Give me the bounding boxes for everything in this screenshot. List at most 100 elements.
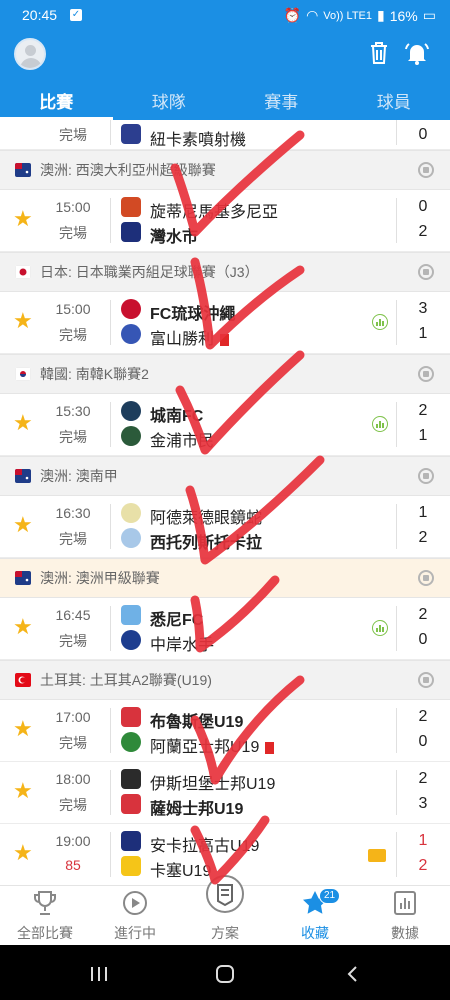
league-header[interactable]: 日本: 日本職業丙組足球聯賽（J3）: [0, 252, 450, 292]
home-score: 2: [418, 402, 428, 419]
soccer-ball-icon[interactable]: [418, 366, 434, 382]
team-name: 紐卡素噴射機: [150, 132, 247, 149]
soccer-ball-icon[interactable]: [418, 468, 434, 484]
favorite-star-icon[interactable]: ★: [13, 310, 33, 332]
recent-apps-icon[interactable]: [88, 965, 110, 983]
away-score: 1: [418, 325, 428, 342]
match-list[interactable]: 完場 紐卡素噴射機 0 澳洲: 西澳大利亞州超級聯賽 ★ 15:00 完場 旋蒂…: [0, 120, 450, 885]
match-row[interactable]: ★ 15:00 完場 FC琉球沖繩 富山勝利 3 1: [0, 292, 450, 354]
match-time: 15:00: [55, 301, 91, 317]
league-header[interactable]: 澳洲: 西澳大利亞州超級聯賽: [0, 150, 450, 190]
away-team: 卡塞U19: [150, 863, 212, 880]
nav-label: 數據: [391, 925, 419, 941]
australia-flag-icon: [15, 163, 31, 177]
match-row[interactable]: ★ 16:45 完場 悉尼FC 中岸水手 2 0: [0, 598, 450, 660]
match-row-partial[interactable]: 完場 紐卡素噴射機 0: [0, 120, 450, 150]
match-row[interactable]: ★ 18:00 完場 伊斯坦堡士邦U19 薩姆士邦U19 2 3: [0, 762, 450, 824]
avatar[interactable]: [14, 38, 46, 70]
match-row[interactable]: ★ 15:00 完場 旋蒂尼馬基多尼亞 灣水市 0 2: [0, 190, 450, 252]
soccer-ball-icon[interactable]: [418, 162, 434, 178]
home-crest: [121, 707, 141, 727]
home-team: 安卡拉高古U19: [150, 838, 260, 855]
home-crest: [121, 197, 141, 217]
favorite-star-icon[interactable]: ★: [13, 616, 33, 638]
favorite-star-icon[interactable]: ★: [13, 412, 33, 434]
nav-favorites[interactable]: 21 收藏: [270, 886, 360, 945]
trash-icon[interactable]: [366, 40, 392, 66]
home-score: 1: [418, 504, 428, 521]
favorite-star-icon[interactable]: ★: [13, 842, 33, 864]
match-row[interactable]: ★ 17:00 完場 布魯斯堡U19 阿蘭亞士邦U19 2 0: [0, 700, 450, 762]
home-score: 1: [418, 832, 428, 849]
red-card-icon: [220, 333, 230, 346]
home-crest: [121, 503, 141, 523]
league-header[interactable]: 澳洲: 澳南甲: [0, 456, 450, 496]
tab-players[interactable]: 球員: [338, 90, 450, 120]
home-crest: [121, 831, 141, 851]
tab-competitions[interactable]: 賽事: [225, 90, 338, 120]
stats-icon[interactable]: [372, 416, 388, 432]
stats-icon[interactable]: [372, 620, 388, 636]
team-crest: [121, 124, 141, 144]
away-team-label: 阿蘭亞士邦U19: [150, 739, 260, 756]
stats-icon[interactable]: [372, 314, 388, 330]
away-score: 1: [418, 427, 428, 444]
home-crest: [121, 299, 141, 319]
home-crest: [121, 401, 141, 421]
wifi-icon: ◠: [306, 7, 319, 23]
match-minute: 85: [65, 857, 81, 873]
battery-label: 16%: [389, 7, 418, 24]
away-crest: [121, 426, 141, 446]
away-crest: [121, 856, 141, 876]
away-crest: [121, 324, 141, 344]
tab-matches[interactable]: 比賽: [0, 90, 113, 120]
away-team: 金浦市民: [150, 433, 215, 450]
tab-teams[interactable]: 球隊: [113, 90, 226, 120]
favorite-star-icon[interactable]: ★: [13, 718, 33, 740]
away-team: 富山勝利: [150, 325, 230, 349]
score: 0: [418, 126, 428, 143]
chart-icon: [394, 891, 416, 915]
nav-data[interactable]: 數據: [360, 886, 450, 945]
league-header[interactable]: 土耳其: 土耳其A2聯賽(U19): [0, 660, 450, 700]
away-team: 灣水市: [150, 229, 199, 246]
nav-live[interactable]: 進行中: [90, 886, 180, 945]
match-row[interactable]: ★ 16:30 完場 阿德萊德眼鏡蛇 西托列斯托卡拉 1 2: [0, 496, 450, 558]
away-crest: [121, 528, 141, 548]
bell-icon[interactable]: [404, 40, 430, 66]
nav-label: 收藏: [301, 925, 329, 941]
match-status: 完場: [59, 797, 87, 813]
match-status: 完場: [59, 531, 87, 547]
away-team-label: 富山勝利: [150, 331, 215, 348]
alarm-icon: ⏰: [283, 7, 302, 23]
nav-plans[interactable]: 方案: [180, 875, 270, 945]
soccer-ball-icon[interactable]: [418, 672, 434, 688]
live-indicator-icon[interactable]: [368, 849, 386, 862]
away-score: 2: [418, 223, 428, 240]
away-crest: [121, 732, 141, 752]
favorite-star-icon[interactable]: ★: [13, 514, 33, 536]
away-score: 0: [418, 631, 428, 648]
away-team: 阿蘭亞士邦U19: [150, 733, 275, 757]
soccer-ball-icon[interactable]: [418, 570, 434, 586]
home-icon[interactable]: [214, 965, 236, 983]
match-time: 16:45: [55, 607, 91, 623]
home-crest: [121, 605, 141, 625]
match-row[interactable]: ★ 15:30 完場 城南FC 金浦市民 2 1: [0, 394, 450, 456]
away-crest: [121, 794, 141, 814]
league-header[interactable]: 韓國: 南韓K聯賽2: [0, 354, 450, 394]
home-score: 0: [418, 198, 428, 215]
league-header[interactable]: 澳洲: 澳洲甲級聯賽: [0, 558, 450, 598]
document-icon: [206, 875, 244, 913]
match-status: 完場: [59, 633, 87, 649]
favorite-star-icon[interactable]: ★: [13, 208, 33, 230]
away-score: 3: [418, 795, 428, 812]
back-icon[interactable]: [342, 965, 364, 983]
status-time: 20:45: [22, 7, 58, 23]
league-name: 澳洲: 澳洲甲級聯賽: [40, 570, 160, 586]
australia-flag-icon: [15, 469, 31, 483]
nav-all-matches[interactable]: 全部比賽: [0, 886, 90, 945]
favorite-star-icon[interactable]: ★: [13, 780, 33, 802]
nav-label: 方案: [211, 925, 239, 941]
soccer-ball-icon[interactable]: [418, 264, 434, 280]
